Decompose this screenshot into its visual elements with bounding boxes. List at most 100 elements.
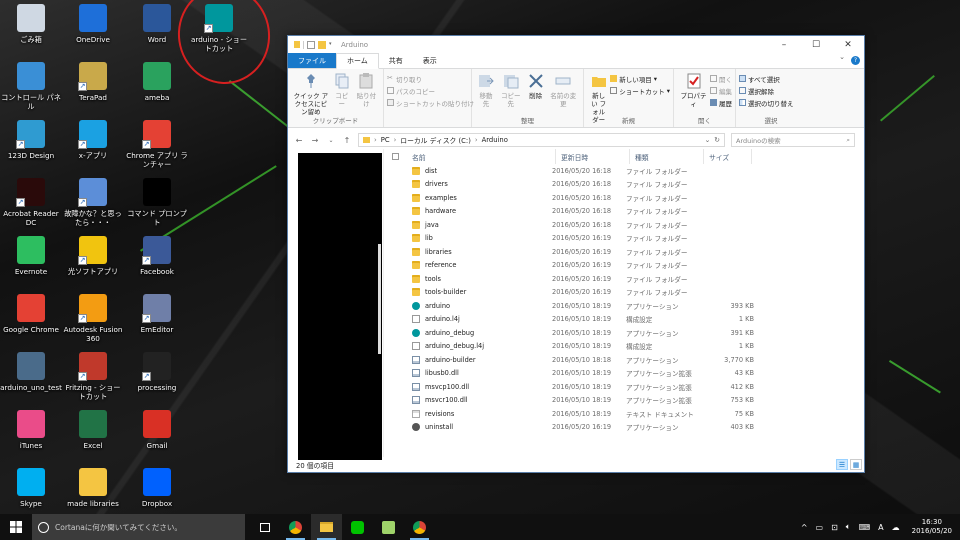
title-bar[interactable]: ▾ Arduino – ☐ ✕: [288, 36, 864, 53]
desktop-icon[interactable]: ↗ x-アプリ: [62, 120, 124, 160]
invert-selection-button[interactable]: 選択の切り替え: [739, 97, 794, 108]
table-row[interactable]: arduino.l4j 2016/05/10 18:19 構成設定 1 KB: [392, 313, 864, 327]
desktop-icon[interactable]: Excel: [62, 410, 124, 450]
properties-button[interactable]: プロパティ: [677, 72, 710, 108]
cut-button[interactable]: ✂ 切り取り: [387, 73, 474, 84]
table-row[interactable]: tools 2016/05/20 16:19 ファイル フォルダー: [392, 272, 864, 286]
desktop-icon[interactable]: ↗ TeraPad: [62, 62, 124, 102]
desktop-icon[interactable]: ↗ arduino - ショートカット: [188, 4, 250, 53]
desktop-icon[interactable]: OneDrive: [62, 4, 124, 44]
desktop-icon[interactable]: Google Chrome: [0, 294, 62, 334]
table-row[interactable]: dist 2016/05/20 16:18 ファイル フォルダー: [392, 164, 864, 178]
table-row[interactable]: arduino_debug.l4j 2016/05/10 18:19 構成設定 1 K…: [392, 340, 864, 354]
tab-share[interactable]: 共有: [379, 53, 413, 68]
desktop-icon[interactable]: Skype: [0, 468, 62, 508]
back-arrow-icon[interactable]: ←: [294, 136, 304, 145]
tab-view[interactable]: 表示: [413, 53, 447, 68]
desktop-icon[interactable]: ↗ Autodesk Fusion 360: [62, 294, 124, 343]
chevron-up-icon[interactable]: ^: [801, 523, 808, 532]
desktop-icon[interactable]: ↗ Chrome アプリ ランチャー: [126, 120, 188, 169]
recent-dropdown-icon[interactable]: ⌄: [326, 137, 336, 144]
desktop-icon[interactable]: ↗ 123D Design: [0, 120, 62, 160]
shortcut-button[interactable]: ショートカット ▾: [610, 85, 670, 96]
address-dropdown-icon[interactable]: ⌄: [705, 136, 711, 144]
desktop-icon[interactable]: ↗ EmEditor: [126, 294, 188, 334]
details-view-icon[interactable]: ☰: [836, 459, 848, 470]
line-icon[interactable]: [342, 514, 373, 540]
table-row[interactable]: arduino-builder 2016/05/10 18:18 アプリケーション 3…: [392, 353, 864, 367]
table-row[interactable]: hardware 2016/05/20 16:18 ファイル フォルダー: [392, 205, 864, 219]
task-view-icon[interactable]: [249, 514, 280, 540]
properties-small-icon[interactable]: [307, 40, 315, 49]
breadcrumb-folder[interactable]: Arduino: [482, 136, 508, 144]
table-row[interactable]: libraries 2016/05/20 16:19 ファイル フォルダー: [392, 245, 864, 259]
keyboard-icon[interactable]: ⌨: [859, 523, 871, 532]
table-row[interactable]: reference 2016/05/20 16:19 ファイル フォルダー: [392, 259, 864, 273]
column-size[interactable]: サイズ: [704, 149, 752, 164]
table-row[interactable]: examples 2016/05/20 16:18 ファイル フォルダー: [392, 191, 864, 205]
history-button[interactable]: 履歴: [710, 97, 732, 108]
search-box[interactable]: Arduinoの検索 ⌕: [731, 133, 855, 147]
open-button[interactable]: 開く: [710, 73, 732, 84]
desktop-icon[interactable]: Evernote: [0, 236, 62, 276]
copy-to-button[interactable]: コピー先: [497, 72, 525, 108]
volume-mute-icon[interactable]: 🔈︎: [846, 522, 851, 532]
table-row[interactable]: java 2016/05/20 16:18 ファイル フォルダー: [392, 218, 864, 232]
maximize-button[interactable]: ☐: [800, 36, 832, 53]
table-row[interactable]: libusb0.dll 2016/05/10 18:19 アプリケーション拡張 43 …: [392, 367, 864, 381]
minimize-button[interactable]: –: [768, 36, 800, 53]
table-row[interactable]: revisions 2016/05/10 18:19 テキスト ドキュメント 75 K…: [392, 407, 864, 421]
new-folder-small-icon[interactable]: [318, 40, 326, 49]
desktop-icon[interactable]: made libraries: [62, 468, 124, 508]
clock[interactable]: 16:30 2016/05/20: [908, 518, 956, 536]
up-arrow-icon[interactable]: ↑: [342, 136, 352, 145]
battery-icon[interactable]: ▭: [816, 523, 824, 532]
new-item-button[interactable]: 新しい項目 ▾: [610, 73, 670, 84]
file-explorer-icon[interactable]: [311, 514, 342, 540]
paste-button[interactable]: 貼り付け: [353, 72, 380, 108]
search-input[interactable]: Arduinoの検索: [736, 135, 846, 145]
rename-button[interactable]: 名前の変更: [547, 72, 580, 108]
desktop-icon[interactable]: ↗ processing: [126, 352, 188, 392]
breadcrumb-drive[interactable]: ローカル ディスク (C:): [400, 135, 471, 145]
cloud-icon[interactable]: ☁: [892, 523, 900, 532]
desktop-icon[interactable]: ↗ Fritzing - ショートカット: [62, 352, 124, 401]
network-icon[interactable]: ⊡: [831, 523, 838, 532]
column-type[interactable]: 種類: [630, 149, 704, 164]
desktop-icon[interactable]: ↗ 光ソフトアプリ: [62, 236, 124, 276]
select-all-button[interactable]: すべて選択: [739, 73, 794, 84]
desktop-icon[interactable]: Dropbox: [126, 468, 188, 508]
table-row[interactable]: drivers 2016/05/20 16:18 ファイル フォルダー: [392, 178, 864, 192]
chrome-icon[interactable]: [404, 514, 435, 540]
navigation-pane[interactable]: [288, 149, 384, 460]
close-button[interactable]: ✕: [832, 36, 864, 53]
desktop-icon[interactable]: ameba: [126, 62, 188, 102]
pin-quick-access-button[interactable]: クイック アクセスにピン留め: [291, 72, 331, 116]
cortana-search[interactable]: Cortanaに何か聞いてみてください。: [32, 514, 245, 540]
desktop-icon[interactable]: Gmail: [126, 410, 188, 450]
breadcrumb-pc[interactable]: PC: [381, 136, 390, 144]
paste-shortcut-button[interactable]: ショートカットの貼り付け: [387, 97, 474, 108]
ribbon-expand-icon[interactable]: ⌄: [837, 53, 847, 68]
table-row[interactable]: uninstall 2016/05/20 16:19 アプリケーション 403 KB: [392, 421, 864, 435]
desktop-icon[interactable]: iTunes: [0, 410, 62, 450]
table-row[interactable]: msvcp100.dll 2016/05/10 18:19 アプリケーション拡張 41…: [392, 380, 864, 394]
ime-indicator[interactable]: A: [878, 523, 883, 532]
fritzing-icon[interactable]: [373, 514, 404, 540]
help-icon[interactable]: ?: [851, 56, 860, 65]
tab-file[interactable]: ファイル: [288, 53, 336, 68]
desktop-icon[interactable]: ↗ Acrobat Reader DC: [0, 178, 62, 227]
table-row[interactable]: arduino 2016/05/10 18:19 アプリケーション 393 KB: [392, 299, 864, 313]
qat-dropdown-icon[interactable]: ▾: [329, 41, 335, 49]
address-bar[interactable]: › PC › ローカル ディスク (C:) › Arduino ⌄ ↻: [358, 133, 725, 147]
desktop-icon[interactable]: arduino_uno_test: [0, 352, 62, 392]
desktop-icon[interactable]: ↗ 故障かな？と思ったら・・・: [62, 178, 124, 227]
table-row[interactable]: lib 2016/05/20 16:19 ファイル フォルダー: [392, 232, 864, 246]
refresh-icon[interactable]: ↻: [714, 136, 720, 144]
tab-home[interactable]: ホーム: [336, 53, 379, 69]
table-row[interactable]: msvcr100.dll 2016/05/10 18:19 アプリケーション拡張 75…: [392, 394, 864, 408]
navigation-scrollbar[interactable]: [378, 244, 381, 354]
table-row[interactable]: tools-builder 2016/05/20 16:19 ファイル フォルダー: [392, 286, 864, 300]
large-icons-view-icon[interactable]: ▦: [850, 459, 862, 470]
desktop-icon[interactable]: ↗ Facebook: [126, 236, 188, 276]
